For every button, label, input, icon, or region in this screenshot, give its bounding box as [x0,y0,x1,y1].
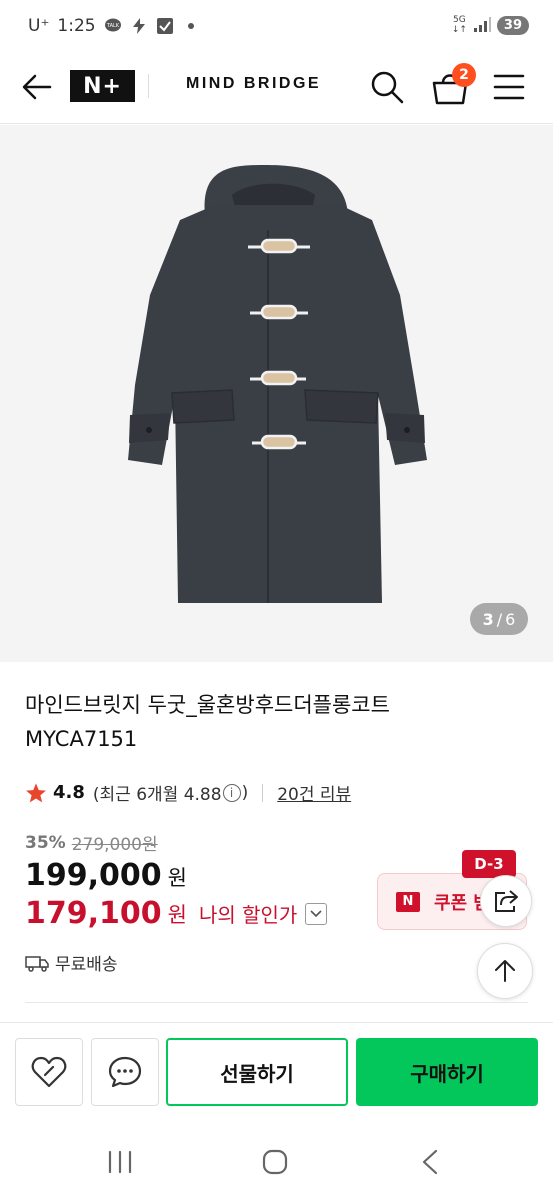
section-divider [25,1002,528,1003]
status-time: 1:25 [57,16,96,36]
shipping-label: 무료배송 [55,955,118,975]
discount-rate: 35% [25,832,66,853]
my-price-currency: 원 [167,902,187,927]
my-price-label: 나의 할인가 [198,903,298,927]
home-icon[interactable] [261,1148,289,1176]
buy-button[interactable]: 구매하기 [356,1038,538,1106]
rating-row: 4.8 (최근 6개월 4.88 i ) 20건 리뷰 [25,780,351,805]
review-count-link[interactable]: 20건 리뷰 [277,780,351,805]
wishlist-button[interactable] [15,1038,83,1106]
image-counter-separator: / [496,609,503,629]
hamburger-menu-icon[interactable] [492,71,526,103]
arrow-up-icon [495,960,515,982]
talk-notification-icon: TALK [104,18,121,32]
app-header: N+ MIND BRIDGE 2 [0,56,553,124]
price-row: 199,000 원 [25,858,187,893]
share-icon [495,890,518,912]
chat-bubble-icon [108,1056,142,1088]
chevron-down-icon[interactable] [305,902,328,925]
system-back-icon[interactable] [418,1148,442,1176]
image-total-count: 6 [505,609,516,629]
status-bar: U⁺ 1:25 TALK 5G ↓↑ 39 [0,0,553,56]
logo-divider [148,74,149,98]
delivery-truck-icon [25,955,49,972]
scroll-to-top-button[interactable] [477,943,533,999]
image-current-index: 3 [482,609,494,629]
image-page-counter: 3 / 6 [470,603,528,635]
status-right: 5G ↓↑ 39 [452,15,529,35]
brand-title[interactable]: MIND BRIDGE [186,75,321,93]
recent-apps-icon[interactable] [106,1150,134,1174]
cart-count-badge: 2 [452,63,476,87]
sale-price: 199,000 [25,858,162,893]
share-button[interactable] [480,875,532,927]
discount-row: 35% 279,000원 [25,830,158,856]
product-photo [128,165,427,603]
search-icon[interactable] [368,68,406,106]
shipping-row: 무료배송 [25,950,118,975]
bolt-notification-icon [132,18,145,34]
status-left: U⁺ 1:25 TALK [28,16,200,36]
info-icon[interactable]: i [222,783,241,802]
star-icon [26,782,46,802]
talk-chat-button[interactable] [91,1038,159,1106]
my-price-row[interactable]: 179,100 원 나의 할인가 [25,896,328,931]
product-name-line1: 마인드브릿지 두굿_울혼방후드더플롱코트 [25,693,390,717]
price-currency: 원 [167,866,187,890]
rating-value: 4.8 [53,782,85,803]
svg-text:TALK: TALK [106,23,120,29]
network-indicator: 5G ↓↑ [451,15,467,35]
gift-button[interactable]: 선물하기 [166,1038,348,1106]
recent-rating-text: (최근 6개월 4.88 [92,785,222,805]
product-model-code: MYCA7151 [25,727,138,751]
original-price: 279,000원 [71,835,158,855]
purchase-bar: 선물하기 구매하기 [0,1022,553,1120]
my-discount-price: 179,100 [25,896,162,931]
heart-icon [31,1056,67,1088]
back-arrow-icon[interactable] [20,70,54,104]
carrier-label: U⁺ [28,16,50,36]
rating-divider [262,783,264,802]
store-logo[interactable]: N+ [70,70,135,102]
system-nav-bar [0,1124,553,1200]
check-notification-icon [156,18,173,34]
signal-icon [473,17,491,32]
naver-n-icon: N [396,891,420,912]
dot-notification-icon [187,23,194,29]
battery-indicator: 39 [496,15,529,35]
recent-rating-close: ) [241,782,249,803]
product-image-gallery[interactable] [0,125,553,662]
dday-badge: D-3 [462,850,516,878]
product-title: 마인드브릿지 두굿_울혼방후드더플롱코트 MYCA7151 [25,688,525,756]
